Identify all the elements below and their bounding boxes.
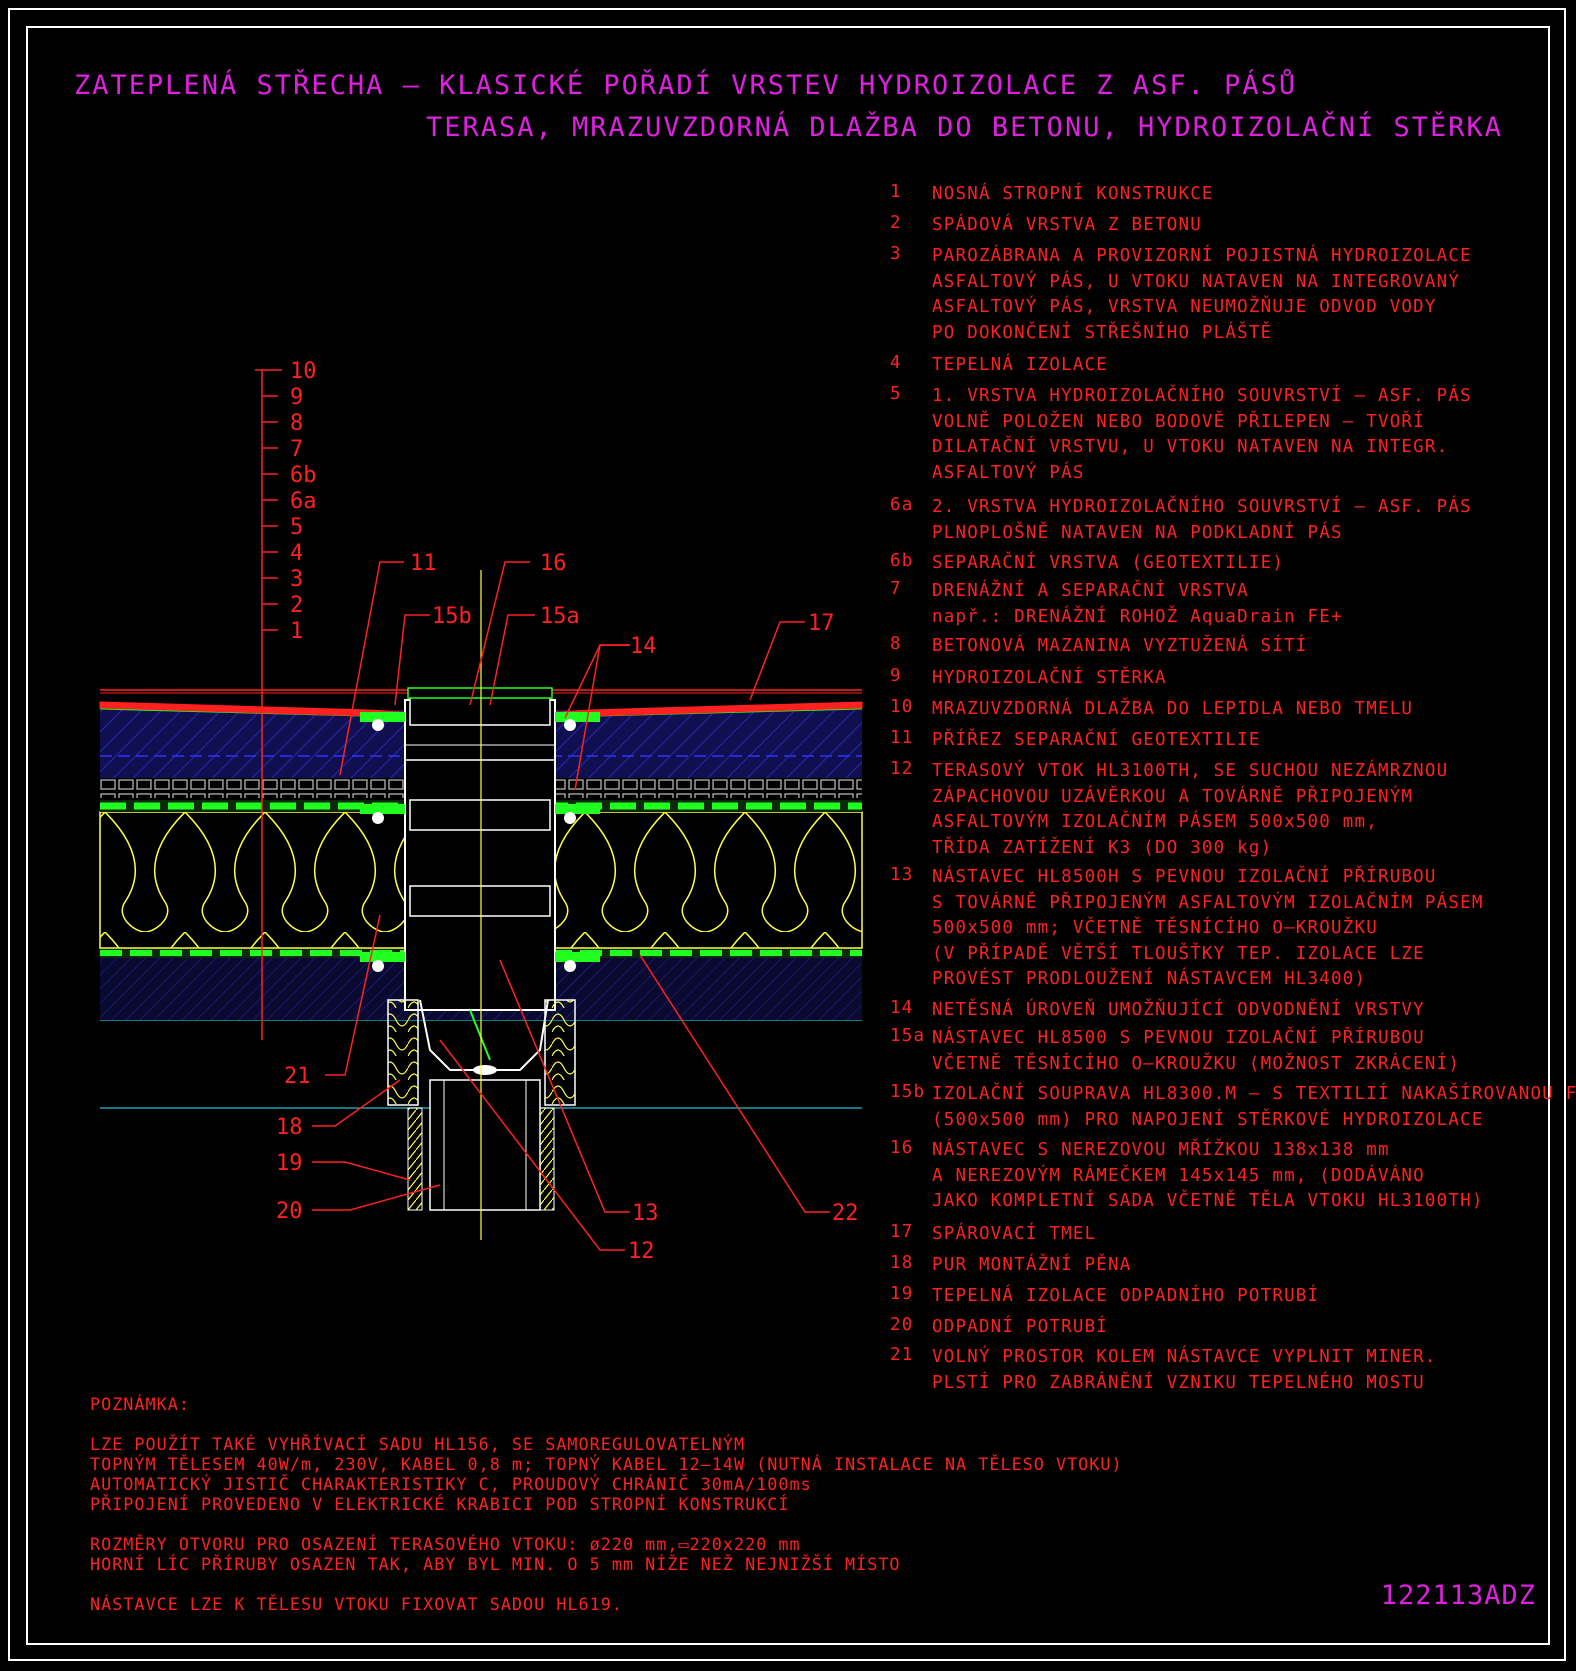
legend-num: 8 <box>890 634 902 654</box>
callout-15b: 15b <box>432 604 472 629</box>
legend-num: 9 <box>890 666 902 686</box>
callout-21: 21 <box>284 1064 311 1089</box>
legend-num: 13 <box>890 865 914 885</box>
legend-text: NÁSTAVEC HL8500H S PEVNOU IZOLAČNÍ PŘÍRU… <box>932 867 1484 989</box>
legend-text: DRENÁŽNÍ A SEPARAČNÍ VRSTVA např.: DRENÁ… <box>932 581 1343 627</box>
legend-text: TERASOVÝ VTOK HL3100TH, SE SUCHOU NEZÁMR… <box>932 761 1449 858</box>
legend-text: PAROZÁBRANA A PROVIZORNÍ POJISTNÁ HYDROI… <box>932 246 1472 343</box>
scale-label: 2 <box>290 593 303 618</box>
callout-18: 18 <box>276 1115 303 1140</box>
legend-num: 20 <box>890 1315 914 1335</box>
callout-11: 11 <box>410 551 437 576</box>
legend-num: 1 <box>890 182 902 202</box>
scale-label: 4 <box>290 541 303 566</box>
legend-num: 5 <box>890 384 902 404</box>
callout-20: 20 <box>276 1199 303 1224</box>
legend-num: 18 <box>890 1253 914 1273</box>
legend-text: NETĚSNÁ ÚROVEŇ UMOŽŇUJÍCÍ ODVODNĚNÍ VRST… <box>932 1000 1425 1020</box>
legend-text: TEPELNÁ IZOLACE ODPADNÍHO POTRUBÍ <box>932 1286 1320 1306</box>
callout-16: 16 <box>540 551 567 576</box>
callout-13: 13 <box>632 1201 659 1226</box>
note-heading: POZNÁMKA: <box>90 1394 190 1414</box>
scale-label: 9 <box>290 385 303 410</box>
legend-text: 1. VRSTVA HYDROIZOLAČNÍHO SOUVRSTVÍ – AS… <box>932 386 1472 483</box>
legend-num: 19 <box>890 1284 914 1304</box>
scale-label: 7 <box>290 437 303 462</box>
legend-num: 6a <box>890 495 914 515</box>
legend-text: 2. VRSTVA HYDROIZOLAČNÍHO SOUVRSTVÍ – AS… <box>932 497 1472 543</box>
note-block: POZNÁMKA: LZE POUŽÍT TAKÉ VYHŘÍVACÍ SADU … <box>90 1394 1123 1614</box>
legend-num: 6b <box>890 551 914 571</box>
callout-19: 19 <box>276 1151 303 1176</box>
legend-text: NÁSTAVEC HL8500 S PEVNOU IZOLAČNÍ PŘÍRUB… <box>932 1028 1461 1074</box>
scale-label: 1 <box>290 619 303 644</box>
note-text: LZE POUŽÍT TAKÉ VYHŘÍVACÍ SADU HL156, SE… <box>90 1434 1123 1614</box>
callout-14: 14 <box>630 634 657 659</box>
legend-text: BETONOVÁ MAZANINA VYZTUŽENÁ SÍTÍ <box>932 636 1308 656</box>
scale-label: 6a <box>290 489 317 514</box>
scale-label: 3 <box>290 567 303 592</box>
legend-text: PŘÍŘEZ SEPARAČNÍ GEOTEXTILIE <box>932 730 1261 750</box>
legend-text: HYDROIZOLAČNÍ STĚRKA <box>932 668 1167 688</box>
legend-text: PUR MONTÁŽNÍ PĚNA <box>932 1255 1132 1275</box>
callout-15a: 15a <box>540 604 580 629</box>
legend-text: SEPARAČNÍ VRSTVA (GEOTEXTILIE) <box>932 553 1285 573</box>
drawing-code: 122113ADZ <box>1380 1580 1536 1611</box>
callout-17: 17 <box>808 611 835 636</box>
legend-num: 12 <box>890 759 914 779</box>
legend-num: 16 <box>890 1138 914 1158</box>
legend-num: 15a <box>890 1026 926 1046</box>
legend-text: NÁSTAVEC S NEREZOVOU MŘÍŽKOU 138x138 mm … <box>932 1140 1484 1211</box>
legend-num: 4 <box>890 353 902 373</box>
scale-label: 5 <box>290 515 303 540</box>
legend-text: SPÁDOVÁ VRSTVA Z BETONU <box>932 215 1202 235</box>
legend-text: ODPADNÍ POTRUBÍ <box>932 1317 1109 1337</box>
legend-num: 21 <box>890 1345 914 1365</box>
legend-text: SPÁROVACÍ TMEL <box>932 1224 1097 1244</box>
scale-label: 10 <box>290 359 317 384</box>
scale-label: 6b <box>290 463 317 488</box>
legend-text: MRAZUVZDORNÁ DLAŽBA DO LEPIDLA NEBO TMEL… <box>932 699 1414 719</box>
callout-22: 22 <box>832 1201 859 1226</box>
legend-num: 14 <box>890 998 914 1018</box>
legend-text: IZOLAČNÍ SOUPRAVA HL8300.M – S TEXTILIÍ … <box>932 1084 1576 1130</box>
legend-num: 2 <box>890 213 902 233</box>
legend-num: 10 <box>890 697 914 717</box>
legend-num: 15b <box>890 1082 926 1102</box>
legend-num: 3 <box>890 244 902 264</box>
legend-num: 17 <box>890 1222 914 1242</box>
scale-label: 8 <box>290 411 303 436</box>
legend-num: 7 <box>890 579 902 599</box>
legend-text: TEPELNÁ IZOLACE <box>932 355 1109 375</box>
legend-text: NOSNÁ STROPNÍ KONSTRUKCE <box>932 184 1214 204</box>
callout-12: 12 <box>628 1239 655 1264</box>
legend-num: 11 <box>890 728 914 748</box>
legend-text: VOLNÝ PROSTOR KOLEM NÁSTAVCE VYPLNIT MIN… <box>932 1347 1437 1393</box>
